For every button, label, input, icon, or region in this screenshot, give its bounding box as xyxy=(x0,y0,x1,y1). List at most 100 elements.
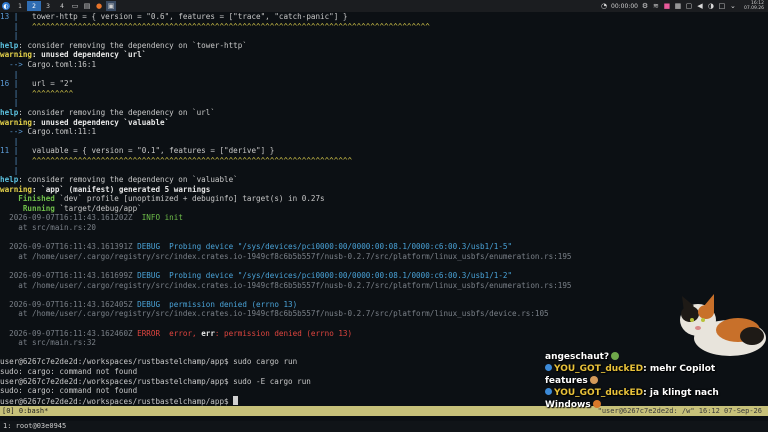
log-message: init xyxy=(160,213,183,223)
terminal-app-icon[interactable]: ▭ xyxy=(70,1,80,11)
log-location: at /home/user/.cargo/registry/src/index.… xyxy=(0,280,572,290)
source-location: Cargo.toml:16:1 xyxy=(27,59,97,69)
screen-icon[interactable]: □ xyxy=(718,2,726,10)
clock[interactable]: 16:12 07.09.26 xyxy=(744,1,764,11)
log-timestamp: 2026-09-07T16:11:43.162405Z xyxy=(0,299,133,309)
chat-line: features xyxy=(545,375,765,387)
line-number: 11 xyxy=(0,146,10,156)
log-field: err xyxy=(201,328,215,338)
volume-icon[interactable]: ◀ xyxy=(696,2,704,10)
terminal-cursor xyxy=(233,395,239,405)
terminal-line: | ^^^^^^^^^ xyxy=(0,89,768,99)
stopwatch-icon[interactable]: ◔ xyxy=(600,2,608,10)
log-level: DEBUG xyxy=(132,271,161,281)
shell-line: sudo: cargo: command not found xyxy=(0,386,138,396)
workspace-4[interactable]: 4 xyxy=(55,1,69,11)
terminal-gutter: | xyxy=(0,136,19,146)
terminal-output[interactable]: 13 | tower-http = { version = "0.6", fea… xyxy=(0,12,768,408)
cargo-status-text: `dev` profile [unoptimized + debuginfo] … xyxy=(54,194,325,204)
chat-username[interactable]: YOU_GOT_duckED xyxy=(554,388,643,398)
settings-icon[interactable]: ⚙ xyxy=(641,2,649,10)
terminal-line: 13 | tower-http = { version = "0.6", fea… xyxy=(0,12,768,22)
help-text: : consider removing the dependency on `v… xyxy=(18,175,238,185)
warning-text: : `app` (manifest) generated 5 warnings xyxy=(32,184,211,194)
clipboard-icon[interactable]: ▦ xyxy=(674,2,682,10)
terminal-gutter: | xyxy=(0,98,19,108)
terminal-line: help: consider removing the dependency o… xyxy=(0,41,768,51)
cargo-status: Finished xyxy=(0,194,55,204)
workspace-1[interactable]: 1 xyxy=(13,1,27,11)
help-label: help xyxy=(0,40,19,50)
app-tray-icon[interactable]: ■ xyxy=(663,2,671,10)
terminal-line: --> Cargo.toml:16:1 xyxy=(0,60,768,70)
terminal-line: | ^^^^^^^^^^^^^^^^^^^^^^^^^^^^^^^^^^^^^^… xyxy=(0,22,768,32)
log-level: DEBUG xyxy=(132,242,161,252)
chat-line: angeschaut? xyxy=(545,351,765,363)
terminal-gutter: | xyxy=(0,88,33,98)
help-label: help xyxy=(0,175,19,185)
cargo-status: Running xyxy=(0,203,55,213)
bottom-tab-strip: 1: root@03e0945 xyxy=(0,421,768,432)
underline-marker: ^^^^^^^^^^^^^^^^^^^^^^^^^^^^^^^^^^^^^^^^… xyxy=(32,21,430,31)
terminal-gutter: --> xyxy=(0,59,28,69)
warning-label: warning xyxy=(0,50,33,60)
log-message: Probing device "/sys/devices/pci0000:00/… xyxy=(160,271,513,281)
chat-message: YOU_GOT_duckED: mehr Copilot xyxy=(545,363,765,375)
terminal-line: Finished `dev` profile [unoptimized + de… xyxy=(0,194,768,204)
chat-text: : mehr Copilot xyxy=(643,364,716,374)
log-level: INFO xyxy=(132,213,161,223)
firefox-app-icon[interactable]: ● xyxy=(94,1,104,11)
log-level: ERROR xyxy=(132,328,161,338)
terminal-gutter: | xyxy=(9,12,33,21)
terminal-gutter: | xyxy=(9,146,33,156)
terminal-gutter: | xyxy=(0,69,19,79)
log-message: Probing device "/sys/devices/pci0000:00/… xyxy=(160,242,513,252)
terminal-line: help: consider removing the dependency o… xyxy=(0,175,768,185)
launcher-icon[interactable]: ◐ xyxy=(2,2,10,10)
log-message: permission denied (errno 13) xyxy=(160,299,298,309)
network-icon[interactable]: ≋ xyxy=(652,2,660,10)
terminal-line: 2026-09-07T16:11:43.162460Z ERROR error,… xyxy=(0,329,768,339)
line-number: 16 xyxy=(0,79,10,89)
terminal-gutter: | xyxy=(0,21,33,31)
warning-label: warning xyxy=(0,184,33,194)
warning-text: : unused dependency `valuable` xyxy=(32,117,170,127)
terminal-line: 2026-09-07T16:11:43.162405Z DEBUG permis… xyxy=(0,300,768,310)
tmux-window-list[interactable]: [0] 0:bash* xyxy=(2,406,48,416)
log-location: at /home/user/.cargo/registry/src/index.… xyxy=(0,251,572,261)
terminal-line: --> Cargo.toml:11:1 xyxy=(0,127,768,137)
terminal-line: 11 | valuable = { version = "0.1", featu… xyxy=(0,146,768,156)
terminal-line: | xyxy=(0,137,768,147)
terminal-line: | ^^^^^^^^^^^^^^^^^^^^^^^^^^^^^^^^^^^^^^… xyxy=(0,156,768,166)
konsole-app-icon[interactable]: ▣ xyxy=(106,1,116,11)
night-light-icon[interactable]: ◑ xyxy=(707,2,715,10)
emote-icon xyxy=(611,352,620,360)
log-timestamp: 2026-09-07T16:11:43.161699Z xyxy=(0,271,133,281)
emote-icon xyxy=(589,376,598,384)
underline-marker: ^^^^^^^^^ xyxy=(32,88,74,98)
workspace-3[interactable]: 3 xyxy=(41,1,55,11)
display-icon[interactable]: ▢ xyxy=(685,2,693,10)
chevron-down-icon[interactable]: ⌄ xyxy=(729,2,737,10)
source-location: Cargo.toml:11:1 xyxy=(27,127,97,137)
workspace-2[interactable]: 2 xyxy=(27,1,41,11)
help-text: : consider removing the dependency on `u… xyxy=(18,107,215,117)
log-level: DEBUG xyxy=(132,299,161,309)
warning-label: warning xyxy=(0,117,33,127)
terminal-line: at /home/user/.cargo/registry/src/index.… xyxy=(0,252,768,262)
terminal-tab[interactable]: 1: root@03e0945 xyxy=(3,421,66,432)
log-message: : permission denied (errno 13) xyxy=(214,328,353,338)
chat-badge-icon xyxy=(545,364,552,371)
log-location: at /home/user/.cargo/registry/src/index.… xyxy=(0,309,549,319)
chat-username[interactable]: YOU_GOT_duckED xyxy=(554,364,643,374)
files-app-icon[interactable]: ▤ xyxy=(82,1,92,11)
terminal-gutter: | xyxy=(0,155,33,165)
shell-line: user@6267c7e2de2d:/workspaces/rustbastel… xyxy=(0,357,298,367)
help-text: : consider removing the dependency on `t… xyxy=(18,40,247,50)
chat-badge-icon xyxy=(545,388,552,395)
log-location: at src/main.rs:20 xyxy=(0,223,97,233)
